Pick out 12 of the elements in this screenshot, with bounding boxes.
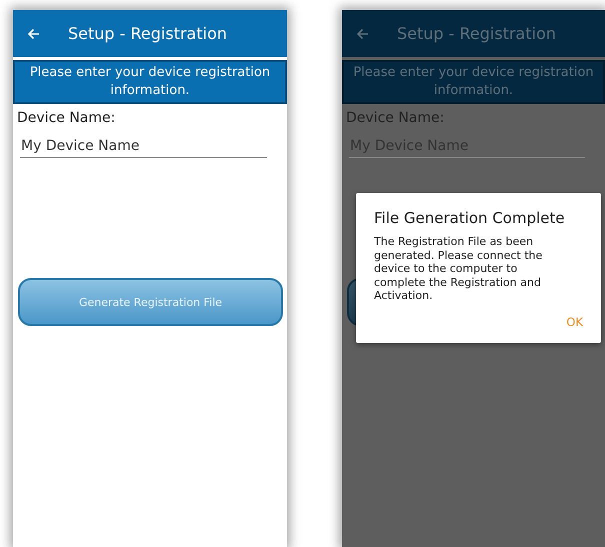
field-label: Device Name: (346, 110, 444, 126)
instruction-banner: Please enter your device registration information. (342, 60, 605, 104)
field-label: Device Name: (17, 110, 116, 126)
dialog-message: The Registration File as been generated. Please connect the device to the computer to complete the Registration and Activation. (374, 235, 544, 302)
back-arrow-icon[interactable] (356, 28, 369, 40)
generate-button[interactable]: Generate Registration File (18, 278, 283, 326)
dialog-title: File Generation Complete (374, 209, 566, 227)
screen-title: Setup - Registration (397, 24, 556, 43)
screen-title: Setup - Registration (68, 24, 227, 43)
instruction-banner: Please enter your device registration information. (13, 60, 287, 104)
device-name-field[interactable]: My Device Name (20, 134, 267, 158)
ok-button[interactable]: OK (564, 314, 585, 328)
